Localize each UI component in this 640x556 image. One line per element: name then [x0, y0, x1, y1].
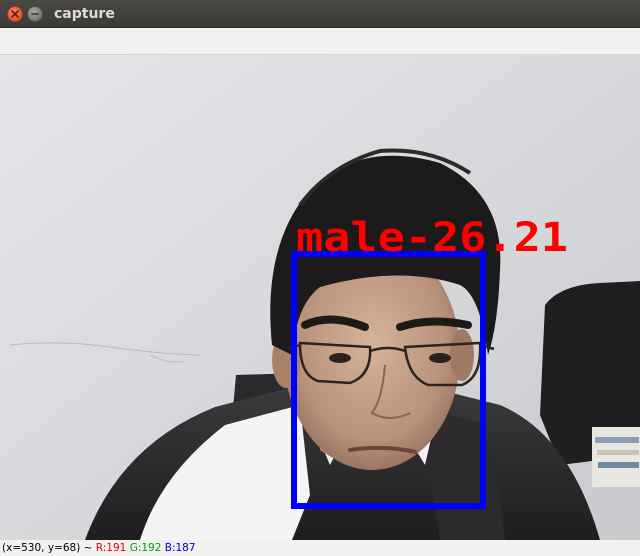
capture-window: capture male-26.21 (x=530, y=68) ~ R:191…	[0, 0, 640, 556]
status-green: G:192	[129, 542, 162, 554]
close-icon	[11, 10, 19, 18]
status-coords: (x=530, y=68) ~	[2, 542, 93, 554]
minimize-button[interactable]	[27, 6, 43, 22]
toolbar	[0, 28, 640, 55]
minimize-icon	[31, 13, 39, 15]
status-blue: B:187	[164, 542, 196, 554]
status-bar: (x=530, y=68) ~ R:191 G:192 B:187	[0, 540, 640, 556]
window-title: capture	[54, 6, 115, 22]
books	[592, 427, 640, 487]
close-button[interactable]	[7, 6, 23, 22]
status-red: R:191	[95, 542, 127, 554]
title-bar[interactable]: capture	[0, 0, 640, 28]
camera-frame[interactable]: male-26.21	[0, 55, 640, 540]
detection-label: male-26.21	[296, 215, 568, 261]
camera-image: male-26.21	[0, 55, 640, 540]
